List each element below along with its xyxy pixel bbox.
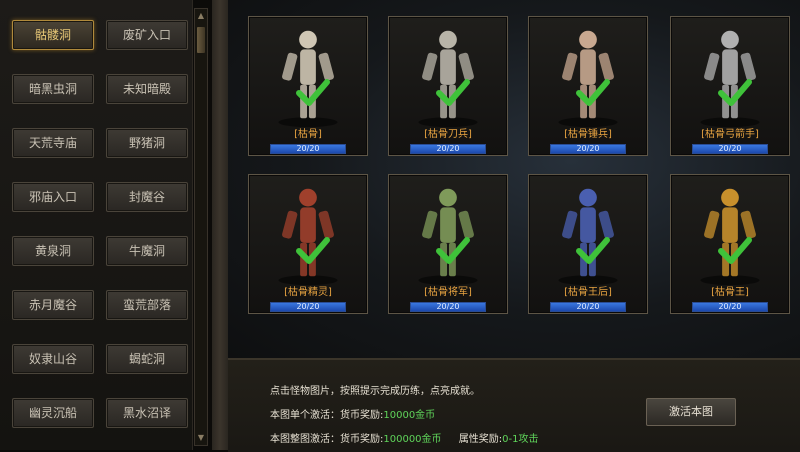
full-reward-value: 100000金币 (383, 434, 442, 445)
location-button[interactable]: 赤月魔谷 (12, 290, 94, 320)
check-icon (296, 79, 330, 106)
monster-name: [枯骨刀兵] (424, 129, 472, 140)
kill-progress-text: 20/20 (576, 302, 600, 311)
location-button[interactable]: 蛮荒部落 (106, 290, 188, 320)
location-button[interactable]: 奴隶山谷 (12, 344, 94, 374)
kill-progress-bar: 20/20 (270, 302, 346, 312)
full-reward-label: 本图整图激活：货币奖励: (270, 434, 384, 445)
scroll-up-icon[interactable]: ▲ (196, 11, 206, 21)
kill-progress-text: 20/20 (296, 302, 320, 311)
monster-name: [枯骨精灵] (284, 287, 332, 298)
monster-image[interactable] (671, 175, 789, 291)
monster-card[interactable]: [枯骨锤兵] (528, 16, 648, 156)
check-icon (576, 79, 610, 106)
kill-progress-bar: 20/20 (692, 302, 768, 312)
location-button[interactable]: 骷髅洞 (12, 20, 94, 50)
single-reward-label: 本图单个激活：货币奖励: (270, 410, 384, 421)
kill-progress-bar: 20/20 (550, 302, 626, 312)
check-icon (436, 79, 470, 106)
attr-reward-value: 0-1攻击 (502, 434, 539, 445)
kill-progress-bar: 20/20 (550, 144, 626, 154)
check-icon (718, 79, 752, 106)
location-button[interactable]: 黑水沼译 (106, 398, 188, 428)
monster-card[interactable]: [枯骨弓箭手] (670, 16, 790, 156)
monster-grid: [枯骨] 20/20 [枯骨刀兵] 20/20 [枯骨锤兵] 20/20 [枯骨弓箭手] 20… (228, 0, 800, 358)
instructions-text: 点击怪物图片，按照提示完成历练，点亮成就。 (270, 386, 480, 397)
kill-progress-text: 20/20 (436, 144, 460, 153)
attr-reward-label: 属性奖励: (458, 434, 503, 445)
check-icon (718, 237, 752, 264)
monster-name: [枯骨] (294, 129, 322, 140)
kill-progress-text: 20/20 (718, 302, 742, 311)
monster-image[interactable] (529, 17, 647, 133)
location-list-panel: 骷髅洞 废矿入口 暗黑虫洞 未知暗殿 天荒寺庙 野猪洞 邪庙入口 封魔谷 黄泉洞 牛魔洞 赤月魔谷蛮… (0, 0, 193, 450)
monster-name: [枯骨弓箭手] (701, 129, 759, 140)
kill-progress-bar: 20/20 (692, 144, 768, 154)
kill-progress-bar: 20/20 (410, 144, 486, 154)
location-button[interactable]: 黄泉洞 (12, 236, 94, 266)
location-button[interactable]: 天荒寺庙 (12, 128, 94, 158)
kill-progress-text: 20/20 (296, 144, 320, 153)
monster-card[interactable]: [枯骨王] (670, 174, 790, 314)
scroll-down-icon[interactable]: ▼ (196, 433, 206, 443)
monster-image[interactable] (389, 17, 507, 133)
location-button[interactable]: 暗黑虫洞 (12, 74, 94, 104)
location-button[interactable]: 幽灵沉船 (12, 398, 94, 428)
monster-image[interactable] (671, 17, 789, 133)
single-reward-value: 10000金币 (383, 410, 436, 421)
location-button[interactable]: 废矿入口 (106, 20, 188, 50)
kill-progress-text: 20/20 (436, 302, 460, 311)
monster-card[interactable]: [枯骨] (248, 16, 368, 156)
monster-card[interactable]: [枯骨精灵] (248, 174, 368, 314)
monster-image[interactable] (249, 175, 367, 291)
scroll-thumb[interactable] (197, 27, 205, 53)
panel-divider (212, 0, 228, 450)
kill-progress-text: 20/20 (718, 144, 742, 153)
monster-image[interactable] (389, 175, 507, 291)
monster-name: [枯骨锤兵] (564, 129, 612, 140)
monster-name: [枯骨将军] (424, 287, 472, 298)
location-button[interactable]: 未知暗殿 (106, 74, 188, 104)
check-icon (436, 237, 470, 264)
monster-card[interactable]: [枯骨刀兵] (388, 16, 508, 156)
location-scrollbar[interactable]: ▲ ▼ (194, 8, 208, 446)
monster-name: [枯骨王后] (564, 287, 612, 298)
monster-card[interactable]: [枯骨王后] (528, 174, 648, 314)
full-activation-reward: 本图整图激活：货币奖励:100000金币 属性奖励:0-1攻击 (270, 430, 538, 445)
monster-card[interactable]: [枯骨将军] (388, 174, 508, 314)
kill-progress-text: 20/20 (576, 144, 600, 153)
single-activation-reward: 本图单个激活：货币奖励:10000金币 (270, 406, 435, 421)
monster-image[interactable] (249, 17, 367, 133)
monster-name: [枯骨王] (711, 287, 749, 298)
monster-image[interactable] (529, 175, 647, 291)
location-button[interactable]: 牛魔洞 (106, 236, 188, 266)
check-icon (296, 237, 330, 264)
kill-progress-bar: 20/20 (410, 302, 486, 312)
activate-map-button[interactable]: 激活本图 (646, 398, 736, 426)
location-button[interactable]: 野猪洞 (106, 128, 188, 158)
info-panel: 点击怪物图片，按照提示完成历练，点亮成就。 本图单个激活：货币奖励:10000金… (228, 358, 800, 452)
check-icon (576, 237, 610, 264)
location-button[interactable]: 封魔谷 (106, 182, 188, 212)
location-button[interactable]: 蝎蛇洞 (106, 344, 188, 374)
location-button[interactable]: 邪庙入口 (12, 182, 94, 212)
kill-progress-bar: 20/20 (270, 144, 346, 154)
